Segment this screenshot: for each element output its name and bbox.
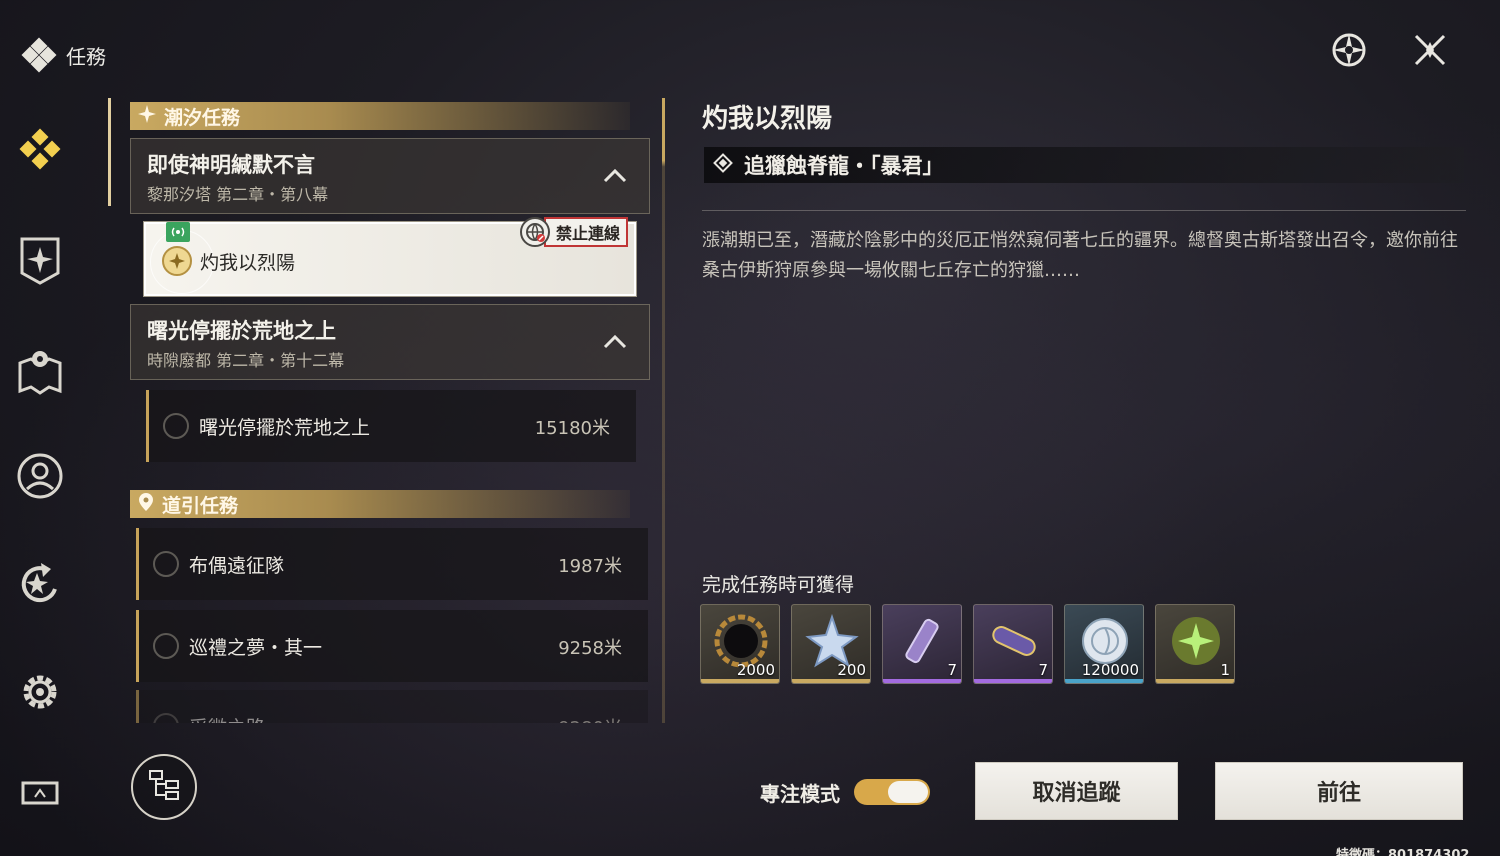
rarity-bar — [1156, 679, 1234, 683]
focus-mode-toggle[interactable] — [854, 779, 930, 805]
no-connection-badge: 禁止連線 — [520, 217, 629, 247]
section-header-guide: 道引任務 — [130, 490, 630, 518]
capsule-icon — [984, 613, 1044, 669]
tracking-signal-icon — [166, 222, 190, 242]
sparkle-icon — [138, 104, 156, 128]
rarity-bar — [792, 679, 870, 683]
task-name: 巡禮之夢・其一 — [189, 637, 323, 659]
no-network-icon — [520, 217, 550, 247]
task-status-circle — [153, 633, 179, 659]
focus-mode-label: 專注模式 — [760, 782, 840, 806]
section-label: 道引任務 — [162, 494, 239, 517]
nav-settings-gear-icon[interactable] — [14, 666, 66, 718]
task-row[interactable]: 曙光停擺於荒地之上 15180米 — [146, 390, 636, 462]
reward-quantity: 2000 — [736, 661, 775, 679]
page-title: 任務 — [66, 44, 106, 69]
reward-quantity: 7 — [947, 661, 957, 679]
task-distance: 15180米 — [534, 418, 610, 439]
quest-group-card[interactable]: 曙光停擺於荒地之上 時隙廢都 第二章・第十二幕 — [130, 304, 650, 380]
quest-group-card[interactable]: 即使神明緘默不言 黎那汐塔 第二章・第八幕 — [130, 138, 650, 214]
rarity-bar — [701, 679, 779, 683]
task-name: 灼我以烈陽 — [200, 252, 296, 274]
task-status-circle — [153, 713, 179, 723]
status-badge: 禁止連線 — [544, 217, 629, 247]
reward-quantity: 1 — [1220, 661, 1230, 679]
map-pin-icon — [138, 492, 154, 517]
quest-sun-icon — [162, 246, 192, 276]
nav-quests-icon[interactable] — [14, 126, 66, 178]
objective-diamond-icon — [712, 152, 734, 178]
section-label: 潮汐任務 — [164, 106, 241, 129]
reward-quantity: 120000 — [1081, 661, 1139, 679]
go-button[interactable]: 前往 — [1215, 762, 1463, 820]
reward-quantity: 200 — [837, 661, 866, 679]
page-header: 任務 — [21, 37, 106, 73]
reward-quantity: 7 — [1038, 661, 1048, 679]
nav-shield-icon[interactable] — [14, 234, 66, 286]
quest-objective-bar: 追獵蝕脊龍・「暴君」 — [704, 147, 1464, 183]
reward-item[interactable]: 7 — [973, 604, 1053, 684]
divider — [702, 210, 1466, 211]
rarity-bar — [883, 679, 961, 683]
quest-detail-title: 灼我以烈陽 — [702, 104, 833, 134]
toggle-knob — [888, 781, 928, 803]
quest-objective: 追獵蝕脊龍・「暴君」 — [744, 154, 944, 178]
task-name: 曙光停擺於荒地之上 — [199, 417, 371, 439]
group-subtitle: 黎那汐塔 第二章・第八幕 — [147, 185, 329, 204]
task-name: 采徵之路 — [189, 713, 265, 723]
compass-settings-icon[interactable] — [1327, 28, 1371, 72]
group-title: 即使神明緘默不言 — [147, 153, 315, 177]
reward-label: 完成任務時可獲得 — [702, 574, 855, 596]
group-title: 曙光停擺於荒地之上 — [147, 319, 336, 343]
player-uid: 特徵碼：801874302 — [1336, 848, 1470, 856]
reward-item[interactable]: 120000 — [1064, 604, 1144, 684]
task-row[interactable]: 巡禮之夢・其一 9258米 — [136, 610, 648, 682]
task-distance: 9280米 — [558, 714, 622, 723]
rarity-bar — [1065, 679, 1143, 683]
task-name: 布偶遠征隊 — [189, 555, 285, 577]
quest-diamond-icon — [21, 37, 57, 73]
reward-item[interactable]: 1 — [1155, 604, 1235, 684]
nav-screen-icon[interactable] — [14, 766, 66, 818]
purple-tube-icon — [893, 613, 953, 669]
task-status-circle — [153, 551, 179, 577]
close-icon[interactable] — [1408, 28, 1452, 72]
rarity-bar — [974, 679, 1052, 683]
task-distance: 1987米 — [558, 556, 622, 577]
reward-item[interactable]: 2000 — [700, 604, 780, 684]
section-header-tide: 潮汐任務 — [130, 102, 630, 130]
nav-character-icon[interactable] — [14, 450, 66, 502]
reward-item[interactable]: 200 — [791, 604, 871, 684]
reward-list: 2000 200 7 7 120000 1 — [700, 604, 1235, 684]
quest-tree-button[interactable] — [131, 754, 197, 820]
nav-rotate-star-icon[interactable] — [14, 558, 66, 610]
chevron-up-icon[interactable] — [603, 333, 627, 353]
untrack-button[interactable]: 取消追蹤 — [975, 762, 1178, 820]
task-status-circle — [163, 413, 189, 439]
task-distance: 9258米 — [558, 638, 622, 659]
chevron-up-icon[interactable] — [603, 167, 627, 187]
nav-map-icon[interactable] — [14, 344, 66, 396]
tree-structure-icon — [146, 767, 182, 807]
quest-description: 漲潮期已至，潛藏於陰影中的災厄正悄然窺伺著七丘的疆界。總督奧古斯塔發出召令，邀你… — [702, 230, 1458, 281]
task-row[interactable]: 采徵之路 9280米 — [136, 690, 648, 723]
quest-list[interactable]: 潮汐任務 即使神明緘默不言 黎那汐塔 第二章・第八幕 灼我以烈陽 禁止連線 曙光… — [108, 98, 668, 723]
task-row[interactable]: 布偶遠征隊 1987米 — [136, 528, 648, 600]
green-emblem-icon — [1166, 613, 1226, 669]
reward-item[interactable]: 7 — [882, 604, 962, 684]
group-subtitle: 時隙廢都 第二章・第十二幕 — [147, 351, 345, 370]
